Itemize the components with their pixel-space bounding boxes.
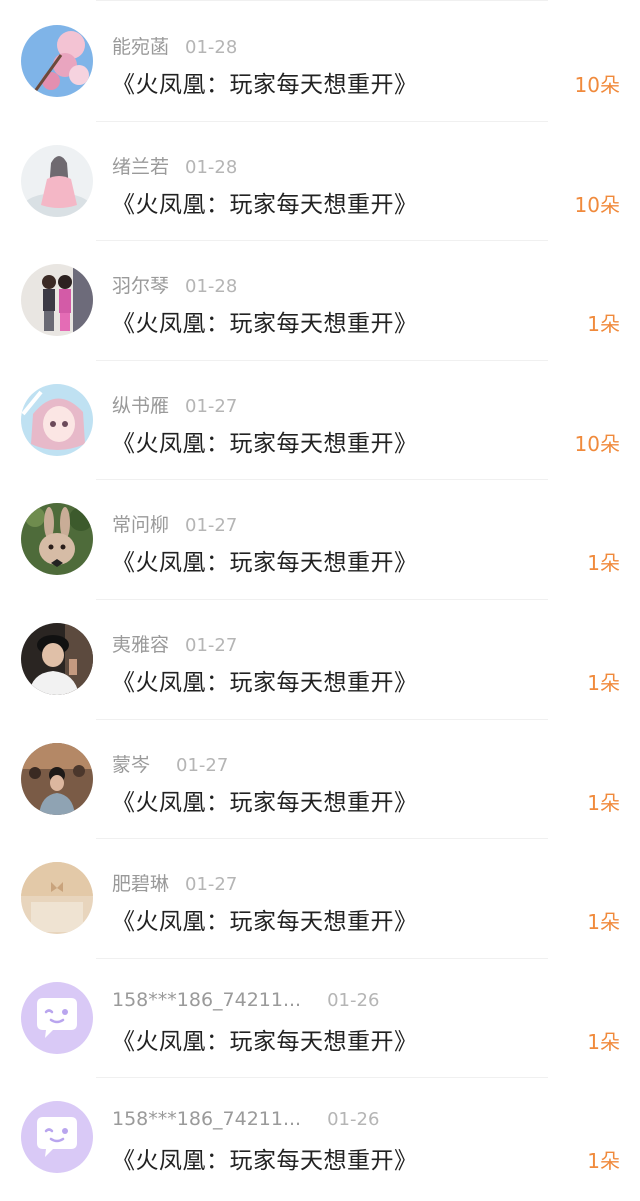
flower-amount: 1朵 bbox=[587, 1149, 620, 1174]
user-name: 蒙岑 bbox=[112, 753, 151, 776]
list-item[interactable]: 158***186_74211... 01-26 《火凤凰：玩家每天想重开》 1朵 bbox=[0, 1078, 640, 1198]
kids-photo-icon bbox=[21, 264, 93, 337]
date: 01-27 bbox=[176, 754, 229, 776]
user-name: 夷雅容 bbox=[112, 633, 170, 656]
man-cap-photo-icon bbox=[21, 622, 93, 695]
flower-amount: 10朵 bbox=[574, 73, 620, 97]
book-title: 《火凤凰：玩家每天想重开》 bbox=[112, 311, 418, 338]
list-item[interactable]: 158***186_74211... 01-26 《火凤凰：玩家每天想重开》 1朵 bbox=[0, 959, 640, 1079]
beige-texture-icon bbox=[21, 862, 93, 935]
avatar[interactable] bbox=[21, 264, 93, 337]
anime-pink-hair-icon bbox=[21, 383, 93, 456]
list-item[interactable]: 绪兰若 01-28 《火凤凰：玩家每天想重开》 10朵 bbox=[0, 122, 640, 242]
flower-amount: 1朵 bbox=[587, 312, 620, 337]
user-name: 158***186_74211... bbox=[112, 1108, 302, 1131]
user-name: 158***186_74211... bbox=[112, 988, 302, 1011]
flower-amount: 1朵 bbox=[587, 910, 620, 935]
flower-amount: 10朵 bbox=[574, 431, 620, 456]
date: 01-26 bbox=[327, 1109, 380, 1131]
date: 01-28 bbox=[185, 276, 238, 298]
avatar[interactable] bbox=[21, 1101, 93, 1174]
date: 01-28 bbox=[185, 37, 238, 58]
avatar[interactable] bbox=[21, 144, 93, 217]
user-name: 能宛菡 bbox=[112, 36, 170, 58]
anime-girl-icon bbox=[21, 144, 93, 217]
book-title: 《火凤凰：玩家每天想重开》 bbox=[112, 1148, 418, 1175]
date: 01-27 bbox=[185, 515, 238, 537]
list-item[interactable]: 常问柳 01-27 《火凤凰：玩家每天想重开》 1朵 bbox=[0, 480, 640, 600]
book-title: 《火凤凰：玩家每天想重开》 bbox=[112, 909, 418, 936]
flower-amount: 1朵 bbox=[587, 790, 620, 815]
avatar[interactable] bbox=[21, 503, 93, 576]
list-item[interactable]: 能宛菡 01-28 《火凤凰：玩家每天想重开》 10朵 bbox=[0, 2, 640, 122]
gift-record-list: 能宛菡 01-28 《火凤凰：玩家每天想重开》 10朵 绪兰若 01-28 《火凤凰… bbox=[0, 2, 640, 1198]
magnolia-photo-icon bbox=[21, 25, 93, 97]
book-title: 《火凤凰：玩家每天想重开》 bbox=[112, 550, 418, 577]
user-name: 常问柳 bbox=[112, 514, 170, 537]
avatar[interactable] bbox=[21, 25, 93, 97]
book-title: 《火凤凰：玩家每天想重开》 bbox=[112, 72, 418, 98]
list-item[interactable]: 夷雅容 01-27 《火凤凰：玩家每天想重开》 1朵 bbox=[0, 600, 640, 720]
user-name: 纵书雁 bbox=[112, 394, 170, 417]
flower-amount: 1朵 bbox=[587, 551, 620, 576]
date: 01-27 bbox=[185, 634, 238, 656]
flower-amount: 1朵 bbox=[587, 1029, 620, 1054]
date: 01-27 bbox=[185, 395, 238, 417]
avatar[interactable] bbox=[21, 383, 93, 456]
chat-bubble-default-icon bbox=[21, 1101, 93, 1174]
book-title: 《火凤凰：玩家每天想重开》 bbox=[112, 1028, 418, 1055]
flower-amount: 10朵 bbox=[574, 192, 620, 217]
book-title: 《火凤凰：玩家每天想重开》 bbox=[112, 430, 418, 457]
user-name: 绪兰若 bbox=[112, 155, 170, 178]
list-item[interactable]: 肥碧琳 01-27 《火凤凰：玩家每天想重开》 1朵 bbox=[0, 839, 640, 959]
book-title: 《火凤凰：玩家每天想重开》 bbox=[112, 669, 418, 696]
user-name: 肥碧琳 bbox=[112, 873, 170, 896]
date: 01-27 bbox=[185, 874, 238, 896]
date: 01-28 bbox=[185, 156, 238, 178]
avatar[interactable] bbox=[21, 742, 93, 815]
flower-amount: 1朵 bbox=[587, 670, 620, 695]
book-title: 《火凤凰：玩家每天想重开》 bbox=[112, 191, 418, 218]
book-title: 《火凤凰：玩家每天想重开》 bbox=[112, 789, 418, 816]
avatar[interactable] bbox=[21, 862, 93, 935]
chat-bubble-default-icon bbox=[21, 981, 93, 1054]
rabbit-photo-icon bbox=[21, 503, 93, 576]
list-item[interactable]: 蒙岑 01-27 《火凤凰：玩家每天想重开》 1朵 bbox=[0, 720, 640, 840]
list-item[interactable]: 纵书雁 01-27 《火凤凰：玩家每天想重开》 10朵 bbox=[0, 361, 640, 481]
top-divider bbox=[96, 0, 548, 1]
list-item[interactable]: 羽尔琴 01-28 《火凤凰：玩家每天想重开》 1朵 bbox=[0, 241, 640, 361]
avatar[interactable] bbox=[21, 622, 93, 695]
avatar[interactable] bbox=[21, 981, 93, 1054]
street-photo-icon bbox=[21, 742, 93, 815]
date: 01-26 bbox=[327, 989, 380, 1011]
user-name: 羽尔琴 bbox=[112, 275, 170, 298]
